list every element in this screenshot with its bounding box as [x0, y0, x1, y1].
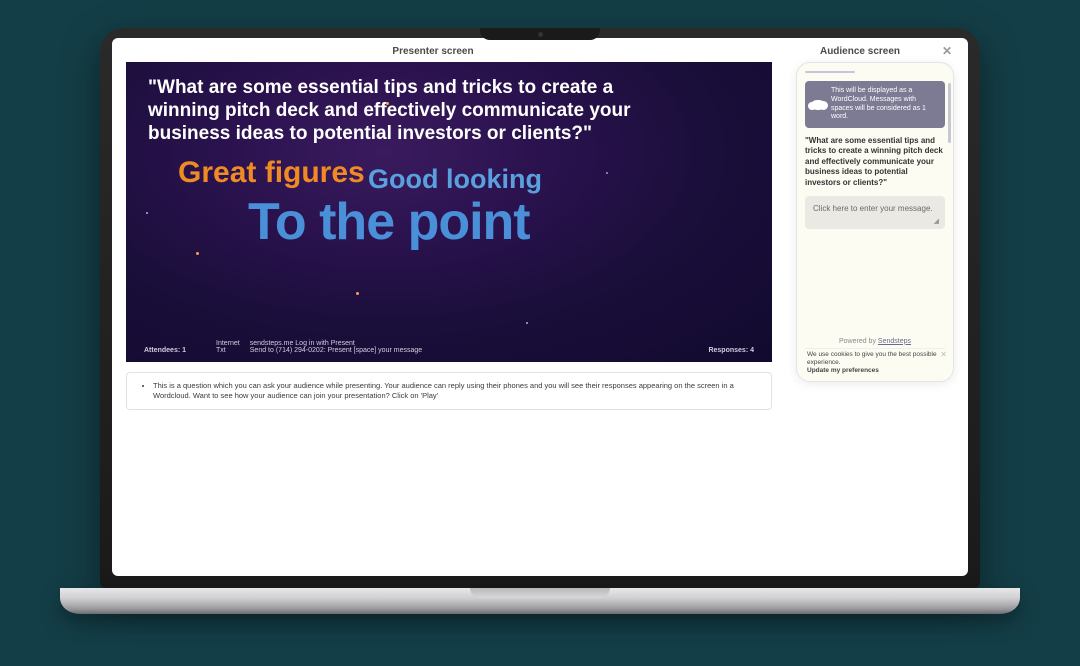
slide-footer: Attendees: 1 Internet Txt sendsteps.me L… [126, 340, 772, 354]
audience-screen-title: Audience screen [780, 46, 940, 57]
responses-count: Responses: 4 [708, 347, 754, 354]
brand-link[interactable]: Sendsteps [878, 338, 911, 345]
presenter-screen-title: Presenter screen [126, 46, 780, 57]
wordcloud-info-banner: This will be displayed as a WordCloud. M… [805, 81, 945, 128]
sms-line: Send to (714) 294-0202: Present [space] … [250, 347, 422, 354]
update-preferences-link[interactable]: Update my preferences [807, 367, 943, 375]
laptop-base [60, 588, 1020, 614]
laptop-mockup: Presenter screen Audience screen ✕ "What… [60, 28, 1020, 638]
wordcloud-word-3: To the point [248, 192, 530, 252]
audience-panel: This will be displayed as a WordCloud. M… [796, 62, 954, 410]
dismiss-icon[interactable]: ✕ [940, 350, 947, 359]
presenter-panel: "What are some essential tips and tricks… [126, 62, 772, 410]
content-row: "What are some essential tips and tricks… [112, 62, 968, 420]
label-internet: Internet [216, 340, 240, 347]
slide-question: "What are some essential tips and tricks… [148, 76, 668, 146]
particle-icon [356, 292, 359, 295]
app-screen: Presenter screen Audience screen ✕ "What… [112, 38, 968, 576]
wordcloud: Great figures Good looking To the point [148, 152, 750, 282]
label-txt: Txt [216, 347, 240, 354]
cookie-notice: We use cookies to give you the best poss… [805, 348, 945, 377]
laptop-lip [470, 588, 610, 598]
login-line: sendsteps.me Log in with Present [250, 340, 422, 347]
close-icon[interactable]: ✕ [940, 44, 954, 58]
join-instructions: Internet Txt sendsteps.me Log in with Pr… [216, 340, 422, 354]
cookie-text: We use cookies to give you the best poss… [807, 351, 943, 367]
particle-icon [526, 322, 528, 324]
audience-question: "What are some essential tips and tricks… [805, 136, 945, 188]
wordcloud-word-1: Great figures [178, 156, 365, 190]
scrollbar-thumb[interactable] [948, 83, 951, 143]
particle-icon [386, 102, 389, 105]
panel-titles-row: Presenter screen Audience screen ✕ [112, 38, 968, 62]
attendees-count: Attendees: 1 [144, 347, 186, 354]
laptop-notch [480, 28, 600, 40]
hint-text: This is a question which you can ask you… [153, 381, 759, 401]
banner-text: This will be displayed as a WordCloud. M… [831, 87, 926, 120]
powered-prefix: Powered by [839, 338, 878, 345]
cloud-icon [811, 100, 825, 110]
message-input[interactable]: Click here to enter your message. ◢ [805, 196, 945, 229]
phone-drag-handle [805, 71, 855, 73]
hint-box: This is a question which you can ask you… [126, 372, 772, 410]
presentation-slide: "What are some essential tips and tricks… [126, 62, 772, 362]
wordcloud-word-2: Good looking [368, 164, 542, 195]
audience-phone: This will be displayed as a WordCloud. M… [796, 62, 954, 382]
camera-icon [538, 32, 543, 37]
resize-icon: ◢ [934, 217, 939, 225]
laptop-bezel: Presenter screen Audience screen ✕ "What… [100, 28, 980, 588]
powered-by: Powered by Sendsteps [805, 335, 945, 348]
input-placeholder: Click here to enter your message. [813, 204, 933, 213]
